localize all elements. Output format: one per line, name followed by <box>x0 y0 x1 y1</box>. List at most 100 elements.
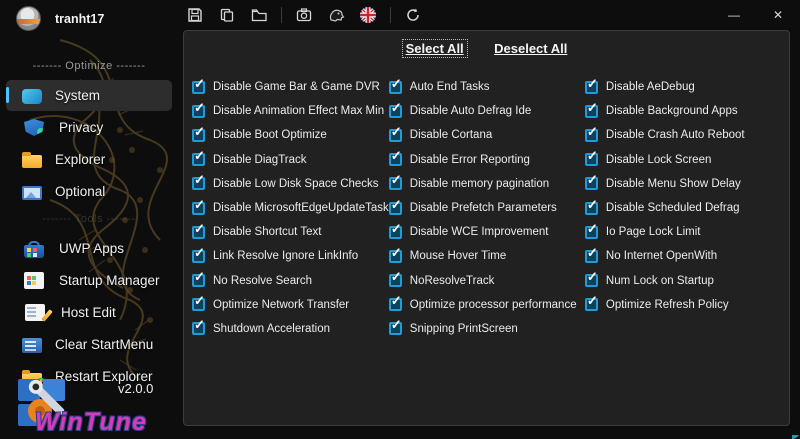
checkbox-item-io-page-lock-limit[interactable]: Io Page Lock Limit <box>584 220 781 244</box>
checkbox-item-optimize-processor-performance[interactable]: Optimize processor performance <box>388 293 585 317</box>
checkbox[interactable] <box>192 269 205 288</box>
checkbox-item-disable-aedebug[interactable]: Disable AeDebug <box>584 75 781 99</box>
checkbox[interactable] <box>584 76 598 94</box>
checkbox-item-disable-menu-show-delay[interactable]: Disable Menu Show Delay <box>584 172 781 196</box>
checkbox-item-disable-shortcut-text[interactable]: Disable Shortcut Text <box>192 220 389 244</box>
checkbox-item-shutdown-acceleration[interactable]: Shutdown Acceleration <box>192 317 389 341</box>
checkbox-item-disable-wce-improvement[interactable]: Disable WCE Improvement <box>388 220 585 244</box>
checkbox[interactable] <box>192 221 205 239</box>
checkbox-item-link-resolve-ignore-linkinfo[interactable]: Link Resolve Ignore LinkInfo <box>192 244 389 268</box>
checkbox[interactable] <box>388 148 402 167</box>
checkbox-item-disable-background-apps[interactable]: Disable Background Apps <box>584 99 781 123</box>
checkbox-item-disable-scheduled-defrag[interactable]: Disable Scheduled Defrag <box>584 196 781 220</box>
checkbox[interactable] <box>388 221 402 239</box>
minimize-button[interactable]: — <box>712 0 756 30</box>
sidebar-item-uwp-apps[interactable]: UWP Apps <box>6 233 172 264</box>
checkbox-item-disable-error-reporting[interactable]: Disable Error Reporting <box>388 148 585 172</box>
checkbox-item-disable-auto-defrag-ide[interactable]: Disable Auto Defrag Ide <box>388 99 585 123</box>
sidebar-item-startup-manager[interactable]: Startup Manager <box>6 265 172 296</box>
checkbox[interactable] <box>192 317 205 336</box>
checkbox[interactable] <box>192 293 205 312</box>
checkbox[interactable] <box>584 245 598 263</box>
checkbox-label: Num Lock on Startup <box>605 274 714 287</box>
checkbox[interactable] <box>584 124 598 142</box>
checkbox[interactable] <box>388 269 402 288</box>
checkbox[interactable] <box>388 293 402 312</box>
toolbar-separator <box>281 7 282 23</box>
save-icon[interactable] <box>183 3 207 27</box>
checkbox[interactable] <box>584 148 598 167</box>
checkbox-item-disable-game-bar-game-dvr[interactable]: Disable Game Bar & Game DVR <box>192 75 389 99</box>
checkbox-item-auto-end-tasks[interactable]: Auto End Tasks <box>388 75 585 99</box>
checkbox[interactable] <box>192 245 205 263</box>
checkbox[interactable] <box>192 197 205 215</box>
sidebar-item-host-edit[interactable]: Host Edit <box>6 297 172 328</box>
checkbox[interactable] <box>584 293 598 312</box>
checkbox-label: Link Resolve Ignore LinkInfo <box>213 250 359 263</box>
checkbox-item-disable-low-disk-space-checks[interactable]: Disable Low Disk Space Checks <box>192 172 389 196</box>
sidebar-item-explorer[interactable]: Explorer <box>6 144 172 175</box>
app-window: tranht17 ------- Optimize ------- System… <box>0 0 800 439</box>
checkbox-label: Io Page Lock Limit <box>605 226 701 239</box>
close-button[interactable]: ✕ <box>756 0 800 30</box>
checkbox-item-disable-crash-auto-reboot[interactable]: Disable Crash Auto Reboot <box>584 123 781 147</box>
checkbox[interactable] <box>584 172 598 191</box>
checkbox[interactable] <box>388 124 402 142</box>
checkbox[interactable] <box>584 221 598 239</box>
monitor-icon <box>22 89 42 104</box>
refresh-icon[interactable] <box>401 3 425 27</box>
sidebar-item-optional[interactable]: Optional <box>6 176 172 207</box>
sidebar-item-label: Explorer <box>55 152 106 167</box>
checkbox-item-disable-animation-effect-max-min[interactable]: Disable Animation Effect Max Min <box>192 99 389 123</box>
checkbox-item-disable-memory-pagination[interactable]: Disable memory pagination <box>388 172 585 196</box>
checkbox-item-num-lock-on-startup[interactable]: Num Lock on Startup <box>584 269 781 293</box>
checkbox-label: Disable Crash Auto Reboot <box>605 129 745 142</box>
checkbox-item-disable-microsoftedgeupdatetask[interactable]: Disable MicrosoftEdgeUpdateTask <box>192 196 389 220</box>
checkbox[interactable] <box>388 317 402 336</box>
sidebar-item-clear-startmenu[interactable]: Clear StartMenu <box>6 329 172 360</box>
checkbox-item-no-resolve-search[interactable]: No Resolve Search <box>192 269 389 293</box>
checkbox[interactable] <box>388 76 402 94</box>
language-uk-flag-icon[interactable] <box>356 3 380 27</box>
deselect-all-link[interactable]: Deselect All <box>491 40 570 57</box>
checkbox-item-no-internet-openwith[interactable]: No Internet OpenWith <box>584 244 781 268</box>
checkbox-label: Disable Background Apps <box>605 105 738 118</box>
toolbar-separator <box>390 7 391 23</box>
checkbox[interactable] <box>192 124 205 142</box>
checkbox[interactable] <box>388 100 402 118</box>
checkbox-item-noresolvetrack[interactable]: NoResolveTrack <box>388 269 585 293</box>
checkbox[interactable] <box>192 148 205 167</box>
sidebar-item-system[interactable]: System <box>6 80 172 111</box>
checkbox-item-optimize-refresh-policy[interactable]: Optimize Refresh Policy <box>584 293 781 317</box>
image-icon <box>22 186 42 200</box>
sidebar-item-label: Privacy <box>59 120 104 135</box>
open-folder-icon[interactable] <box>247 3 271 27</box>
checkbox[interactable] <box>192 100 205 118</box>
checkbox[interactable] <box>584 100 598 118</box>
checkbox-item-mouse-hover-time[interactable]: Mouse Hover Time <box>388 244 585 268</box>
checkbox-item-disable-boot-optimize[interactable]: Disable Boot Optimize <box>192 123 389 147</box>
checkbox[interactable] <box>584 269 598 288</box>
copy-icon[interactable] <box>215 3 239 27</box>
checkbox[interactable] <box>388 172 402 191</box>
checkbox-item-disable-lock-screen[interactable]: Disable Lock Screen <box>584 148 781 172</box>
checkbox-label: Shutdown Acceleration <box>213 322 330 335</box>
checkbox-item-disable-diagtrack[interactable]: Disable DiagTrack <box>192 148 389 172</box>
checkbox-label: Disable AeDebug <box>605 81 695 94</box>
checkbox-column: Disable Game Bar & Game DVR Disable Anim… <box>192 75 389 341</box>
checkbox-item-optimize-network-transfer[interactable]: Optimize Network Transfer <box>192 293 389 317</box>
checkbox[interactable] <box>192 76 205 94</box>
section-divider: ------- Optimize ------- <box>32 60 146 72</box>
checkbox-item-disable-prefetch-parameters[interactable]: Disable Prefetch Parameters <box>388 196 585 220</box>
checkbox[interactable] <box>388 245 402 263</box>
titlebar: — ✕ <box>0 0 800 30</box>
checkbox-item-disable-cortana[interactable]: Disable Cortana <box>388 123 585 147</box>
checkbox[interactable] <box>584 197 598 215</box>
checkbox[interactable] <box>192 172 205 191</box>
checkbox[interactable] <box>388 197 402 215</box>
sidebar-item-privacy[interactable]: Privacy <box>6 112 172 143</box>
profile-head-icon[interactable] <box>324 3 348 27</box>
camera-icon[interactable] <box>292 3 316 27</box>
checkbox-item-snipping-printscreen[interactable]: Snipping PrintScreen <box>388 317 585 341</box>
select-all-link[interactable]: Select All <box>401 39 468 58</box>
